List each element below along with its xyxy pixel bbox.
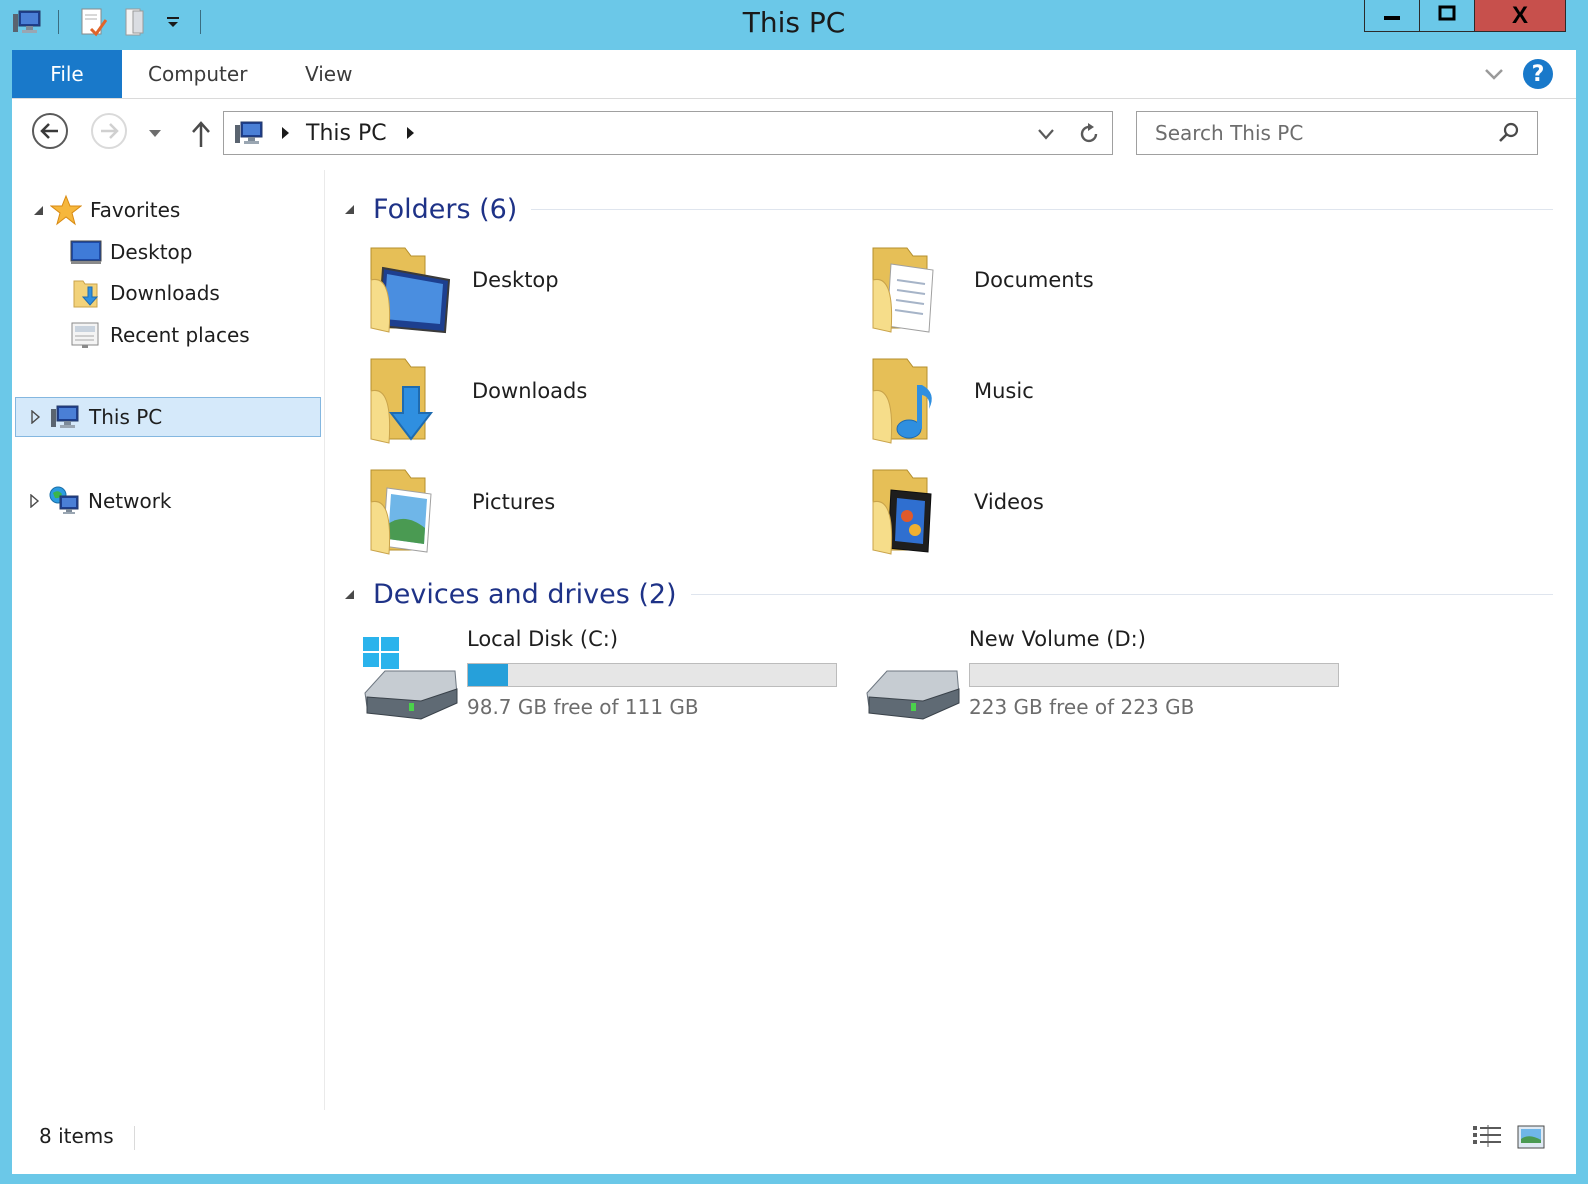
drives-group-title: Devices and drives (2)	[373, 578, 677, 610]
search-input[interactable]	[1137, 112, 1487, 154]
downloads-folder-icon	[365, 351, 455, 447]
navigation-pane: Favorites Desktop Downloads Recent place…	[12, 170, 325, 1110]
address-history-chevron-icon[interactable]	[1036, 124, 1056, 148]
breadcrumb-chevron-icon[interactable]	[405, 126, 415, 140]
status-separator	[134, 1126, 135, 1150]
tree-this-pc[interactable]: This PC	[15, 397, 321, 437]
forward-arrow-icon	[89, 111, 129, 155]
drive-usage-fill	[468, 664, 509, 686]
folders-group-header[interactable]: Folders (6)	[343, 189, 1553, 229]
tree-network[interactable]: Network	[30, 481, 172, 521]
desktop-icon	[70, 237, 102, 267]
explorer-window: File Computer View ? This PC Search This…	[12, 50, 1576, 1174]
close-icon: X	[1511, 1, 1528, 29]
maximize-icon	[1437, 4, 1457, 28]
folder-tile-documents[interactable]: Documents	[851, 234, 1331, 338]
tree-item-label: Recent places	[110, 323, 250, 347]
pictures-folder-icon	[365, 462, 455, 558]
collapse-group-icon	[343, 588, 359, 600]
address-bar[interactable]: This PC	[223, 111, 1113, 155]
content-pane: Folders (6) Desktop Documents Downloads …	[325, 170, 1576, 1110]
folder-tile-pictures[interactable]: Pictures	[349, 456, 829, 560]
ribbon: File Computer View ?	[12, 50, 1576, 99]
folder-label: Pictures	[472, 490, 556, 514]
expand-this-pc-icon[interactable]	[31, 410, 45, 424]
windows-drive-icon	[361, 635, 461, 725]
documents-folder-icon	[867, 240, 957, 336]
breadcrumb-this-pc[interactable]: This PC	[306, 121, 387, 146]
group-divider	[531, 208, 1553, 210]
item-count: 8 items	[39, 1124, 114, 1148]
folder-tile-desktop[interactable]: Desktop	[349, 234, 829, 338]
refresh-icon[interactable]	[1076, 121, 1102, 151]
recent-places-icon	[70, 320, 102, 350]
status-bar: 8 items	[12, 1112, 1576, 1162]
close-button[interactable]: X	[1474, 0, 1566, 32]
recent-locations-chevron-icon[interactable]	[144, 123, 166, 143]
folder-label: Downloads	[472, 379, 588, 403]
desktop-folder-icon	[365, 240, 455, 336]
title-bar: This PC X	[0, 0, 1588, 48]
folder-label: Music	[974, 379, 1034, 403]
minimize-button[interactable]	[1364, 0, 1420, 32]
tree-favorites[interactable]: Favorites	[50, 190, 180, 230]
computer-icon	[234, 119, 266, 147]
star-icon	[50, 194, 82, 226]
tab-file[interactable]: File	[12, 50, 122, 98]
drive-label: Local Disk (C:)	[467, 627, 619, 651]
drive-free-space: 223 GB free of 223 GB	[969, 695, 1195, 719]
tree-favorite-recent-places[interactable]: Recent places	[70, 315, 250, 355]
videos-folder-icon	[867, 462, 957, 558]
folder-tile-videos[interactable]: Videos	[851, 456, 1331, 560]
drive-label: New Volume (D:)	[969, 627, 1146, 651]
collapse-group-icon	[343, 203, 359, 215]
navigation-bar: This PC	[12, 99, 1576, 169]
hard-drive-icon	[863, 637, 963, 725]
expand-network-icon[interactable]	[30, 494, 44, 508]
help-icon[interactable]: ?	[1523, 59, 1553, 89]
window-title: This PC	[742, 6, 846, 39]
folders-group-title: Folders (6)	[373, 193, 518, 225]
tree-item-label: Desktop	[110, 240, 193, 264]
tree-favorites-label: Favorites	[90, 198, 181, 222]
tab-view[interactable]: View	[305, 50, 352, 98]
music-folder-icon	[867, 351, 957, 447]
drive-tile-c[interactable]: Local Disk (C:) 98.7 GB free of 111 GB	[357, 623, 837, 733]
search-box	[1136, 111, 1538, 155]
folder-label: Desktop	[472, 268, 559, 292]
breadcrumb-chevron-icon[interactable]	[280, 126, 290, 140]
drive-tile-d[interactable]: New Volume (D:) 223 GB free of 223 GB	[859, 623, 1339, 733]
computer-icon	[49, 402, 81, 432]
tree-network-label: Network	[88, 489, 172, 513]
tree-item-label: Downloads	[110, 281, 220, 305]
tree-favorite-desktop[interactable]: Desktop	[70, 232, 192, 272]
drive-free-space: 98.7 GB free of 111 GB	[467, 695, 699, 719]
maximize-button[interactable]	[1419, 0, 1475, 32]
up-arrow-icon[interactable]	[186, 117, 216, 151]
folder-tile-downloads[interactable]: Downloads	[349, 345, 829, 449]
tree-this-pc-label: This PC	[89, 405, 163, 429]
drive-usage-bar	[467, 663, 837, 687]
collapse-favorites-icon[interactable]	[31, 203, 45, 217]
back-button[interactable]	[30, 113, 70, 153]
folder-label: Documents	[974, 268, 1094, 292]
group-divider	[690, 593, 1553, 595]
large-icons-view-icon[interactable]	[1517, 1124, 1545, 1154]
folder-label: Videos	[974, 490, 1044, 514]
back-arrow-icon	[30, 111, 70, 155]
expand-ribbon-chevron-icon[interactable]	[1482, 64, 1506, 84]
tree-favorite-downloads[interactable]: Downloads	[70, 273, 220, 313]
downloads-icon	[70, 278, 102, 308]
drive-usage-bar	[969, 663, 1339, 687]
network-icon	[48, 486, 80, 516]
search-icon[interactable]	[1497, 121, 1521, 149]
drives-group-header[interactable]: Devices and drives (2)	[343, 574, 1553, 614]
forward-button[interactable]	[89, 113, 129, 153]
details-view-icon[interactable]	[1472, 1124, 1502, 1154]
minimize-icon	[1382, 4, 1402, 28]
tab-computer[interactable]: Computer	[148, 50, 247, 98]
folder-tile-music[interactable]: Music	[851, 345, 1331, 449]
